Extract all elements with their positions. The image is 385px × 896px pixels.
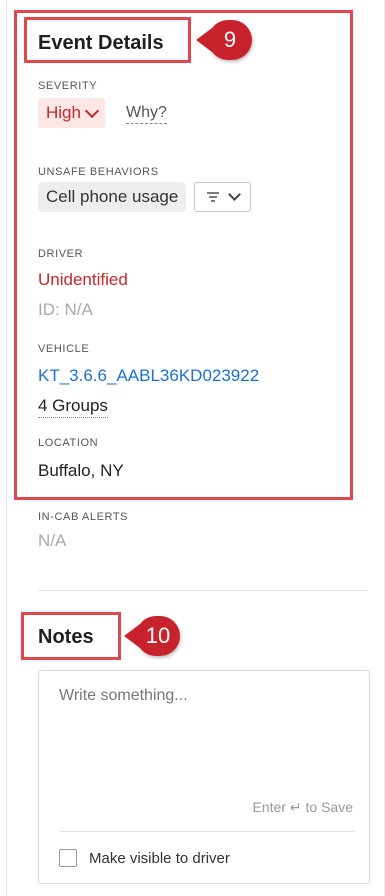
section-divider	[38, 590, 368, 591]
in-cab-alerts-value: N/A	[38, 531, 67, 550]
callout-9: 9	[196, 20, 252, 60]
callout-badge-9: 9	[208, 20, 252, 60]
notes-input[interactable]	[59, 687, 349, 787]
notes-box: Enter ↵ to Save Make visible to driver	[38, 670, 370, 884]
annotation-frame-event-details	[14, 10, 353, 500]
annotation-frame-event-title	[24, 17, 191, 63]
event-side-panel: Event Details SEVERITY High Why? UNSAFE …	[0, 0, 385, 896]
visibility-checkbox[interactable]	[59, 849, 77, 867]
callout-10: 10	[124, 616, 180, 656]
notes-divider	[59, 831, 355, 832]
visibility-label: Make visible to driver	[89, 849, 230, 867]
save-hint: Enter ↵ to Save	[252, 799, 353, 815]
visibility-option[interactable]: Make visible to driver	[59, 849, 230, 867]
callout-badge-10: 10	[136, 616, 180, 656]
in-cab-alerts-label: IN-CAB ALERTS	[38, 511, 129, 523]
panel-left-border	[6, 0, 7, 896]
annotation-frame-notes-title	[21, 612, 121, 660]
